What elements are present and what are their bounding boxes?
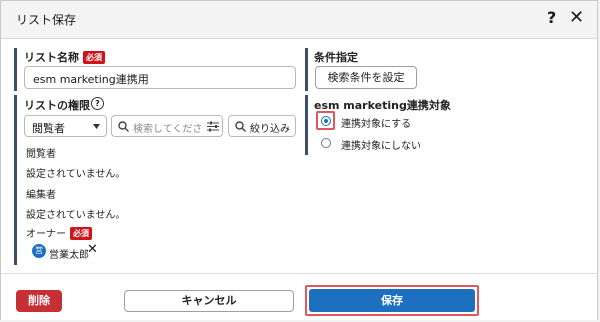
editor-value: 設定されていません。 [26,210,126,221]
editor-label: 編集者 [26,190,56,201]
narrow-down-button[interactable]: 絞り込み [228,115,296,137]
owner-label: オーナー 必須 [26,225,92,240]
list-name-input-value: esm marketing連携用 [33,73,149,86]
owner-label-text: オーナー [26,229,66,240]
question-icon[interactable]: ? [91,97,104,110]
dialog-footer: 削除 キャンセル 保存 [1,273,597,320]
save-button[interactable]: 保存 [309,289,475,312]
member-search-input[interactable]: 検索してくださ [111,115,223,137]
role-select[interactable]: 閲覧者 [24,115,107,137]
search-icon [235,121,246,132]
help-icon[interactable]: ? [547,8,556,27]
section-bar [14,48,17,91]
list-name-label: リスト名称 必須 [24,49,105,65]
avatar: 営 [32,244,46,258]
delete-button[interactable]: 削除 [16,290,62,312]
remove-owner-icon[interactable]: ✕ [87,242,98,257]
required-badge: 必須 [83,51,105,64]
section-bar [305,48,308,91]
dialog-title: リスト保存 [16,13,77,27]
list-name-input[interactable]: esm marketing連携用 [24,66,296,89]
radio-link-on-label[interactable]: 連携対象にする [341,115,411,130]
search-placeholder: 検索してくださ [133,124,203,135]
cancel-button[interactable]: キャンセル [124,290,294,312]
section-bar [305,95,308,155]
list-name-label-text: リスト名称 [24,51,79,64]
narrow-down-label: 絞り込み [250,124,290,135]
filter-sliders-icon[interactable] [207,121,219,132]
role-select-value: 閲覧者 [32,122,65,135]
esm-label: esm marketing連携対象 [314,99,451,112]
close-icon[interactable]: ✕ [569,7,584,28]
set-search-conditions-button[interactable]: 検索条件を設定 [315,66,417,89]
owner-name: 営業太郎 [49,250,89,261]
radio-link-on[interactable] [321,116,331,126]
viewer-label: 閲覧者 [26,149,56,160]
required-badge: 必須 [70,227,92,240]
permissions-label: リストの権限 [24,99,90,112]
conditions-label: 条件指定 [314,51,358,64]
search-icon [118,121,129,132]
radio-link-off-label[interactable]: 連携対象にしない [341,137,421,152]
radio-link-off[interactable] [321,138,331,148]
chevron-down-icon [93,124,100,129]
section-bar [14,95,17,265]
list-save-dialog: リスト保存 ? ✕ リスト名称 必須 esm marketing連携用 リストの権… [0,0,598,320]
dialog-header: リスト保存 ? ✕ [1,1,597,39]
viewer-value: 設定されていません。 [26,169,126,180]
